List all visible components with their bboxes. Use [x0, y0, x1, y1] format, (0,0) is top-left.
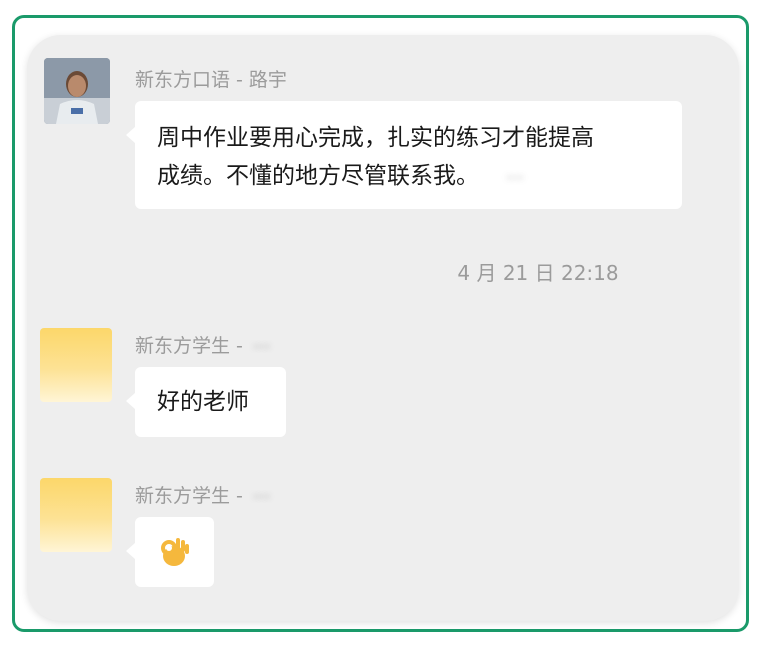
message-text: 好的老师	[157, 389, 249, 415]
sender-name-text: 新东方学生 -	[135, 485, 243, 507]
redacted-text: ···	[506, 168, 525, 187]
student-avatar[interactable]	[40, 478, 112, 552]
sender-name-student: 新东方学生 - ···	[135, 481, 271, 508]
student-avatar[interactable]	[40, 328, 112, 402]
sender-name-text: 新东方学生 -	[135, 335, 243, 357]
sender-name-student: 新东方学生 - ···	[135, 331, 271, 358]
message-text-line1: 周中作业要用心完成，扎实的练习才能提高	[157, 125, 594, 151]
redacted-name: ···	[252, 337, 272, 356]
message-bubble-emoji[interactable]	[126, 517, 214, 587]
message-bubble-student[interactable]: 好的老师	[126, 367, 286, 437]
sender-name-teacher: 新东方口语 - 路宇	[135, 65, 287, 92]
message-text-line2: 成绩。不懂的地方尽管联系我。	[157, 163, 479, 189]
person-photo-icon	[44, 58, 110, 124]
redacted-name: ···	[252, 487, 272, 506]
chat-panel: 新东方口语 - 路宇 周中作业要用心完成，扎实的练习才能提高 成绩。不懂的地方尽…	[27, 35, 739, 621]
teacher-avatar[interactable]	[44, 58, 110, 124]
sender-name-text: 新东方口语 - 路宇	[135, 69, 287, 91]
ok-hand-emoji-icon	[157, 535, 191, 569]
message-bubble-teacher[interactable]: 周中作业要用心完成，扎实的练习才能提高 成绩。不懂的地方尽管联系我。 ···	[126, 101, 682, 209]
message-timestamp: 4 月 21 日 22:18	[457, 261, 619, 285]
